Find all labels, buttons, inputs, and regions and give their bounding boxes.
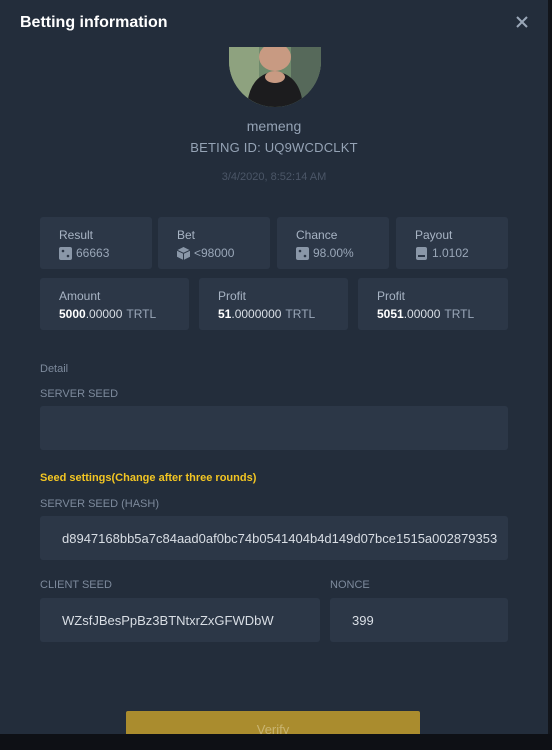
stat-value: 66663 xyxy=(76,246,110,260)
stat-value-row: <98000 xyxy=(177,246,234,260)
profit-label: Profit xyxy=(218,289,247,303)
total-profit-label: Profit xyxy=(377,289,406,303)
amount-dec: .00000 xyxy=(85,307,123,321)
stat-label: Result xyxy=(59,228,94,242)
detail-heading: Detail xyxy=(40,363,69,375)
stat-payout-card: Payout 1.0102 xyxy=(396,217,508,269)
stat-bet-card: Bet <98000 xyxy=(158,217,270,269)
nonce-field[interactable]: 399 xyxy=(330,598,508,642)
client-seed-value: WZsfJBesPpBz3BTNtxrZxGFWDbW xyxy=(62,613,274,628)
bottom-bar xyxy=(0,734,552,750)
client-seed-label: CLIENT SEED xyxy=(40,579,112,591)
total-profit-card: Profit 5051.00000 TRTL xyxy=(358,278,508,330)
cube-icon xyxy=(177,246,190,260)
betting-info-modal: Betting information memeng BETING ID: UQ… xyxy=(0,0,550,734)
payout-icon xyxy=(416,246,427,260)
bet-id: BETING ID: UQ9WCDCLKT xyxy=(190,140,358,155)
profit-value: 51.0000000 TRTL xyxy=(218,307,315,321)
stat-value-row: 98.00% xyxy=(296,246,354,260)
amount-card: Amount 5000.00000 TRTL xyxy=(40,278,189,330)
seed-settings-heading: Seed settings(Change after three rounds) xyxy=(40,472,257,484)
nonce-value: 399 xyxy=(352,613,374,628)
close-icon[interactable] xyxy=(512,12,532,32)
verify-button[interactable]: Verify xyxy=(126,711,420,734)
stat-label: Payout xyxy=(415,228,453,242)
server-seed-label: SERVER SEED xyxy=(40,388,119,400)
stat-value-row: 66663 xyxy=(59,246,109,260)
modal-header: Betting information xyxy=(0,0,548,48)
server-seed-field[interactable] xyxy=(40,406,508,450)
stat-label: Bet xyxy=(177,228,196,242)
client-seed-field[interactable]: WZsfJBesPpBz3BTNtxrZxGFWDbW xyxy=(40,598,320,642)
profit-unit: TRTL xyxy=(285,307,316,321)
server-seed-hash-value: d8947168bb5a7c84aad0af0bc74b0541404b4d14… xyxy=(62,531,498,546)
avatar xyxy=(229,47,321,107)
amount-int: 5000 xyxy=(59,307,86,321)
server-seed-hash-label: SERVER SEED (HASH) xyxy=(40,498,159,510)
username: memeng xyxy=(246,118,302,134)
stat-value: 98.00% xyxy=(313,246,354,260)
total-profit-int: 5051 xyxy=(377,307,404,321)
stat-value-row: 1.0102 xyxy=(415,246,469,260)
profit-dec: .0000000 xyxy=(231,307,282,321)
amount-unit: TRTL xyxy=(126,307,157,321)
total-profit-value: 5051.00000 TRTL xyxy=(377,307,474,321)
total-profit-dec: .00000 xyxy=(403,307,441,321)
nonce-label: NONCE xyxy=(330,579,370,591)
profit-int: 51 xyxy=(218,307,232,321)
stat-value: 1.0102 xyxy=(432,246,469,260)
amount-label: Amount xyxy=(59,289,101,303)
dice-icon xyxy=(59,246,72,260)
amount-value: 5000.00000 TRTL xyxy=(59,307,156,321)
dice-icon xyxy=(296,246,309,260)
stat-label: Chance xyxy=(296,228,338,242)
total-profit-unit: TRTL xyxy=(444,307,475,321)
server-seed-hash-field[interactable]: d8947168bb5a7c84aad0af0bc74b0541404b4d14… xyxy=(40,516,508,560)
bet-date: 3/4/2020, 8:52:14 AM xyxy=(221,171,327,183)
stat-result-card: Result 66663 xyxy=(40,217,152,269)
stat-chance-card: Chance 98.00% xyxy=(277,217,389,269)
stat-value: <98000 xyxy=(194,246,235,260)
modal-title: Betting information xyxy=(20,14,168,31)
profit-card: Profit 51.0000000 TRTL xyxy=(199,278,348,330)
